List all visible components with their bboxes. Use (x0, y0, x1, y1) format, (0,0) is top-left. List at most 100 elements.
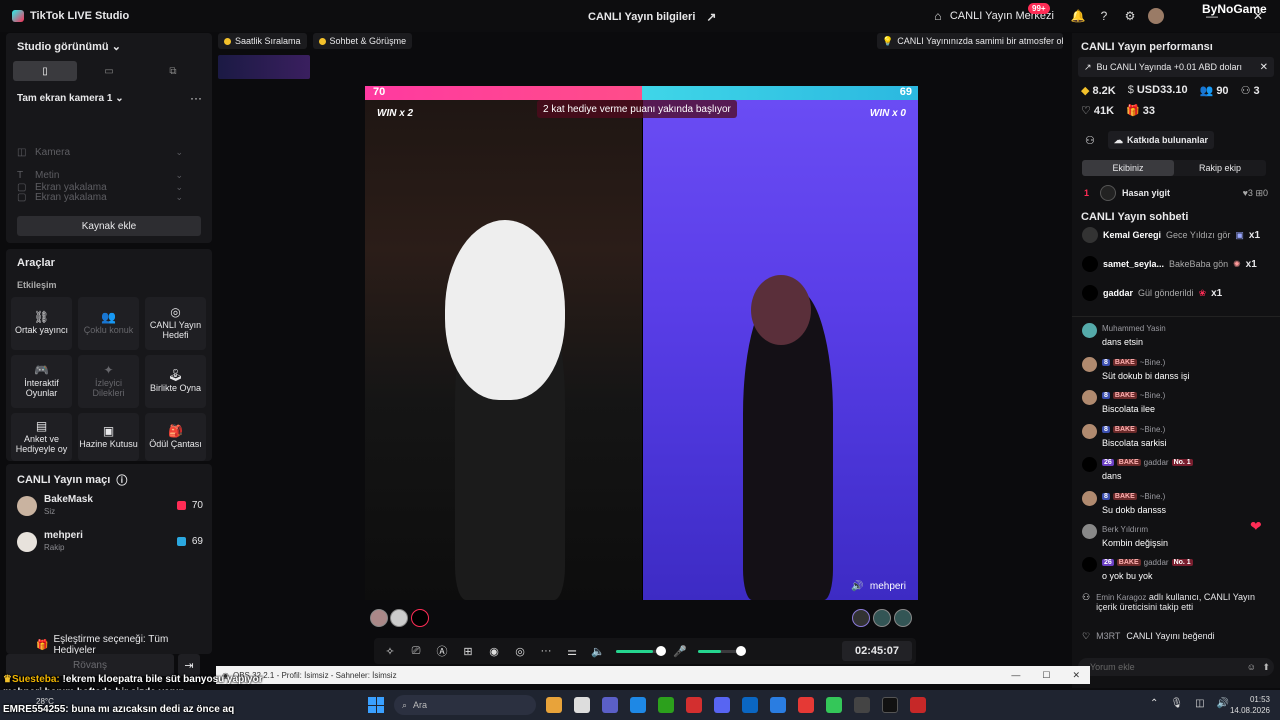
tool-play-together[interactable]: 🕹 Birlikte Oyna (145, 355, 206, 408)
gifter-avatar[interactable] (873, 609, 891, 627)
maximize-icon[interactable]: ☐ (1042, 670, 1050, 681)
gifter-avatar[interactable] (894, 609, 912, 627)
screen-share-icon[interactable]: ⎚ (408, 643, 424, 659)
gifter-avatar[interactable] (370, 609, 388, 627)
file-explorer-icon[interactable] (574, 697, 590, 713)
mic-slider[interactable] (698, 645, 746, 656)
split-layout-button[interactable]: ⧉ (141, 61, 205, 81)
chrome-alt-icon[interactable] (798, 697, 814, 713)
teams-icon[interactable] (602, 697, 618, 713)
user-avatar[interactable] (1148, 8, 1164, 24)
chrome-icon[interactable] (546, 697, 562, 713)
emoji-icon[interactable]: ☺ (1247, 662, 1256, 672)
effects-icon[interactable]: ✧ (382, 643, 398, 659)
obs-taskbar-icon[interactable] (854, 697, 870, 713)
studio-view-dropdown[interactable]: Studio görünümü ⌄ (17, 40, 121, 53)
exit-match-icon[interactable]: ⇥ (178, 654, 200, 676)
windows-start-icon[interactable] (368, 697, 384, 713)
system-tray: ⌃ 🎙 ◫ 🔊 (1150, 698, 1229, 709)
tab-rival-team[interactable]: Rakip ekip (1174, 160, 1266, 176)
more-icon[interactable]: ··· (538, 643, 554, 659)
more-options-icon[interactable]: ··· (190, 91, 202, 105)
settings-gear-icon[interactable]: ⚙ (1122, 8, 1138, 24)
live-info-button[interactable]: CANLI Yayın bilgileri ↗ (588, 9, 719, 25)
discord-icon[interactable] (714, 697, 730, 713)
send-icon[interactable]: ⬆ (1262, 662, 1270, 673)
camera-settings-icon[interactable]: ◎ (512, 643, 528, 659)
obs-window-titlebar[interactable]: ◉ OBS 32.2.1 - Profil: İsimsiz - Sahnele… (216, 666, 1090, 684)
tool-live-goal[interactable]: ◎ CANLI Yayın Hedefi (145, 297, 206, 350)
mail-icon[interactable] (742, 697, 758, 713)
tool-reward-bag[interactable]: 🎒 Ödül Çantası (145, 413, 206, 461)
close-icon[interactable]: ✕ (1072, 670, 1080, 681)
clock[interactable]: 01:53 14.08.2026 (1230, 694, 1270, 716)
record-icon[interactable]: ◉ (486, 643, 502, 659)
speaker-icon[interactable]: 🔊 (1217, 698, 1229, 709)
user-name: ~Bine.) (1139, 492, 1166, 501)
help-icon[interactable]: ? (1096, 8, 1112, 24)
store-icon[interactable] (770, 697, 786, 713)
landscape-layout-button[interactable]: ▭ (77, 61, 141, 81)
chevron-up-icon[interactable]: ⌃ (1150, 698, 1158, 709)
like-message: CANLI Yayını beğendi (1126, 631, 1215, 641)
scene-selector[interactable]: Tam ekran kamera 1 ⌄ (17, 93, 124, 104)
source-row-camera[interactable]: ◫ Kamera ⌄ (17, 144, 183, 160)
top-contributor-row[interactable]: 1 Hasan yigit ♥3 ⊞0 (1084, 185, 1268, 201)
avatar (1082, 357, 1097, 372)
users-icon: 👥 (1199, 85, 1214, 97)
bynogame-watermark: ByNoGame (1202, 2, 1267, 16)
divider (1072, 316, 1280, 317)
source-row-screen-visible[interactable]: ▢ Ekran yakalama ⌄ (17, 179, 183, 195)
network-icon[interactable]: ◫ (1195, 698, 1204, 709)
taskbar-search[interactable]: ⌕ Ara (394, 695, 536, 715)
tiktok-taskbar-icon[interactable] (882, 697, 898, 713)
tip-chip[interactable]: 💡 CANLI Yayınınızda samimi bir atmosfer … (877, 33, 1063, 49)
tab-your-team[interactable]: Ekibiniz (1082, 160, 1174, 176)
event-banner-thumbnail[interactable] (218, 55, 310, 79)
chat-input[interactable]: Yorum ekle ☺ ⬆ (1078, 658, 1274, 676)
pairing-option[interactable]: 🎁 Eşleştirme seçeneği: Tüm Hediyeler (36, 634, 212, 656)
xbox-icon[interactable] (658, 697, 674, 713)
opera-icon[interactable] (686, 697, 702, 713)
scene-label: Tam ekran kamera 1 (17, 93, 113, 104)
match-title-label: CANLI Yayın maçı (17, 474, 111, 486)
chat-call-chip[interactable]: Sohbet & Görüşme (312, 33, 413, 49)
person-settings-icon[interactable]: ⚇ (1085, 134, 1095, 147)
gift-item-icon: ▣ (1235, 229, 1244, 240)
gifter-avatar[interactable] (852, 609, 870, 627)
tiktok-studio-taskbar-icon[interactable] (910, 697, 926, 713)
mic-knob[interactable] (736, 645, 746, 656)
portrait-layout-button[interactable]: ▯ (13, 61, 77, 81)
close-icon[interactable]: ✕ (1260, 62, 1268, 73)
bell-icon[interactable]: 🔔 (1070, 8, 1086, 24)
speaker-icon[interactable]: 🔊 (851, 581, 863, 592)
volume-icon[interactable]: 🔈 (590, 643, 606, 659)
user-name: Muhammed Yasin (1102, 324, 1166, 333)
hourly-ranking-chip[interactable]: Saatlik Sıralama (218, 33, 307, 49)
edge-icon[interactable] (630, 697, 646, 713)
tool-multi-guest[interactable]: 👥 Çoklu konuk (78, 297, 139, 350)
add-widget-icon[interactable]: ⊞ (460, 643, 476, 659)
microphone-icon[interactable]: 🎤 (672, 643, 688, 659)
tool-cohost[interactable]: ⛓ Ortak yayıncı (11, 297, 72, 350)
volume-fill (616, 649, 653, 653)
volume-knob[interactable] (656, 645, 666, 656)
contributors-button[interactable]: ☁ Katkıda bulunanlar (1108, 131, 1215, 149)
mic-tray-icon[interactable]: 🎙 (1170, 698, 1183, 709)
tool-treasure-box[interactable]: ▣ Hazine Kutusu (78, 413, 139, 461)
ai-icon[interactable]: Ⓐ (434, 643, 450, 659)
app-icon[interactable] (826, 697, 842, 713)
tool-viewer-wishes[interactable]: ✦ İzleyici Dilekleri (78, 355, 139, 408)
gifter-avatar[interactable] (390, 609, 408, 627)
tool-poll[interactable]: ▤ Anket ve Hediyeyle oy (11, 413, 72, 461)
avatar (1082, 323, 1097, 338)
mixer-icon[interactable]: ⚌ (564, 643, 580, 659)
tool-interactive-games[interactable]: 🎮 İnteraktif Oyunlar (11, 355, 72, 408)
gifter-avatar[interactable] (411, 609, 429, 627)
add-source-button[interactable]: Kaynak ekle (17, 216, 201, 236)
rematch-button[interactable]: Rövanş (6, 654, 174, 676)
volume-slider[interactable] (616, 645, 666, 656)
minimize-icon[interactable]: — (1011, 670, 1020, 681)
help-icon[interactable]: ⓘ (116, 472, 127, 488)
fan-badge: BAKE (1112, 359, 1137, 366)
